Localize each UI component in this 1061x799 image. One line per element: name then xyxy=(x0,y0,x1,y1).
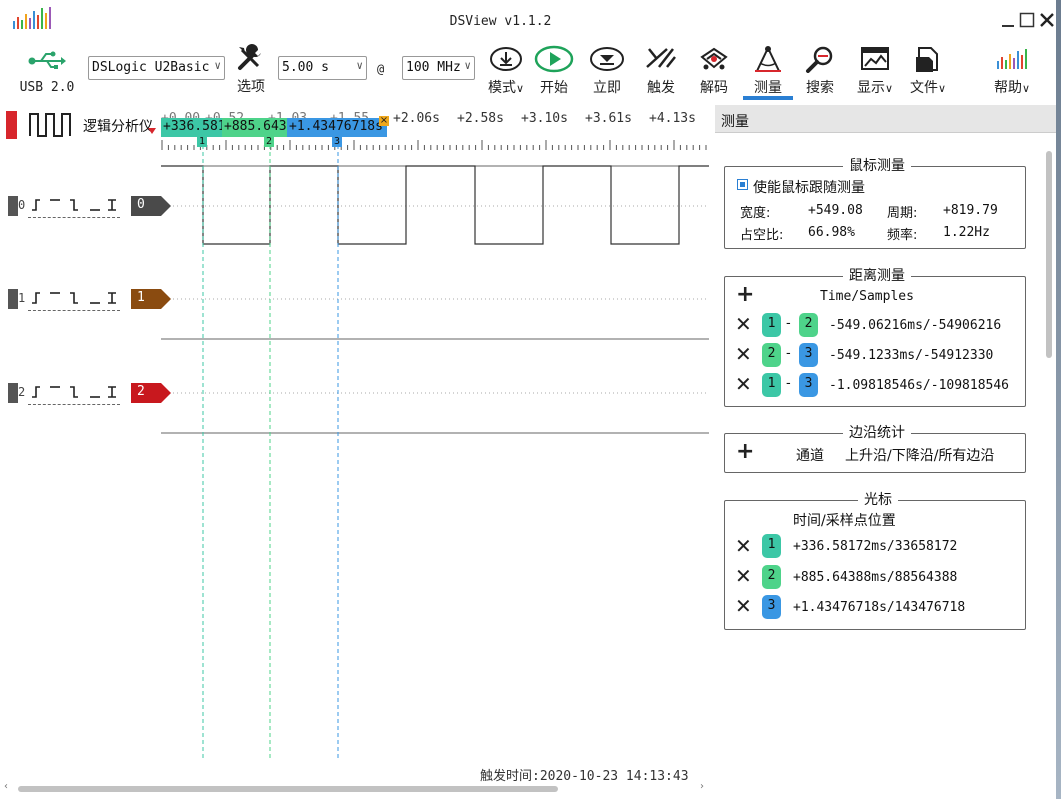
cursor-value: +336.58172ms/33658172 xyxy=(793,539,958,554)
scroll-right-icon[interactable]: › xyxy=(700,781,704,792)
waveform-scrollbar[interactable]: ‹ › xyxy=(0,781,715,795)
channel-2-tag[interactable]: 2 xyxy=(131,383,171,403)
width-label: 宽度: xyxy=(740,206,771,221)
trigger-time: 触发时间:2020-10-23 14:13:43 xyxy=(480,769,689,784)
compass-icon xyxy=(755,46,781,72)
channel-1-tag[interactable]: 1 xyxy=(131,289,171,309)
edge-type-label: 上升沿/下降沿/所有边沿 xyxy=(845,448,995,464)
search-icon xyxy=(806,46,833,73)
freq-label: 频率: xyxy=(887,228,918,243)
distance-value: -549.06216ms/-54906216 xyxy=(829,318,1002,333)
channel-1-trigger-selector[interactable] xyxy=(28,290,120,311)
cursor-badge[interactable]: 2 xyxy=(762,343,781,367)
cursor-badge[interactable]: 3 xyxy=(799,343,818,367)
cursor-badge[interactable]: 1 xyxy=(762,534,781,558)
distance-measure-title: 距离测量 xyxy=(843,265,911,285)
channel-2-trigger-selector[interactable] xyxy=(28,384,120,405)
search-button[interactable]: 搜索 xyxy=(797,45,843,97)
channel-0-tag[interactable]: 0 xyxy=(131,196,171,216)
cursor-3-id: 3 xyxy=(332,136,343,147)
chevron-down-icon: ∨ xyxy=(884,82,894,95)
duty-value: 66.98% xyxy=(808,225,855,240)
cursor-badge[interactable]: 3 xyxy=(762,595,781,619)
panel-title: 测量 xyxy=(715,105,1056,133)
distance-header: Time/Samples xyxy=(820,289,914,304)
help-button[interactable]: 帮助∨ xyxy=(988,45,1036,97)
dash: - xyxy=(786,346,791,361)
cursor-group-title: 光标 xyxy=(858,489,898,509)
cursor-value: +1.43476718s/143476718 xyxy=(793,600,966,615)
add-distance-icon[interactable]: + xyxy=(736,284,754,306)
remove-distance-icon[interactable]: ✕ xyxy=(735,374,752,394)
help-icon xyxy=(997,49,1027,69)
minimize-icon[interactable] xyxy=(1000,12,1016,28)
width-value: +549.08 xyxy=(808,203,862,218)
cursor-2-id: 2 xyxy=(264,136,275,147)
enable-mouse-measure-checkbox[interactable] xyxy=(737,179,748,190)
edge-stats-title: 边沿统计 xyxy=(843,422,911,442)
remove-cursor-icon[interactable]: ✕ xyxy=(735,596,752,616)
cursor-badge[interactable]: 1 xyxy=(762,373,781,397)
cursor-badge[interactable]: 1 xyxy=(762,313,781,337)
remove-cursor-icon[interactable]: ✕ xyxy=(735,566,752,586)
maximize-icon[interactable] xyxy=(1019,12,1035,28)
remove-distance-icon[interactable]: ✕ xyxy=(735,314,752,334)
measure-button[interactable]: 测量 xyxy=(745,45,791,97)
cursor-value: +885.64388ms/88564388 xyxy=(793,570,958,585)
trigger-type-icons xyxy=(32,292,116,304)
display-icon xyxy=(861,47,889,70)
edge-channel-label: 通道 xyxy=(796,448,824,464)
mouse-measure-title: 鼠标测量 xyxy=(843,155,911,175)
panel-scrollbar[interactable] xyxy=(1043,143,1055,783)
active-tab-indicator xyxy=(743,96,793,100)
panel-scrollbar-thumb[interactable] xyxy=(1046,151,1052,358)
file-button[interactable]: 文件∨ xyxy=(904,45,952,97)
trigger-type-icons xyxy=(32,199,116,211)
dsview-window: DSView v1.1.2 USB 2.0 DSLogic U2Basic∨ xyxy=(0,0,1061,799)
cursor-2-chip[interactable]: +885.643 xyxy=(222,118,288,137)
cursor-badge[interactable]: 2 xyxy=(799,313,818,337)
cursor-badge[interactable]: 3 xyxy=(799,373,818,397)
freq-value: 1.22Hz xyxy=(943,225,990,240)
period-value: +819.79 xyxy=(943,203,997,218)
cursor-close-icon[interactable]: × xyxy=(379,116,389,126)
display-button[interactable]: 显示∨ xyxy=(851,45,899,97)
desktop-edge xyxy=(1056,0,1061,799)
scroll-left-icon[interactable]: ‹ xyxy=(4,781,8,792)
distance-value: -1.09818546s/-109818546 xyxy=(829,378,1010,393)
cursor-header: 时间/采样点位置 xyxy=(793,513,896,529)
cursor-1-id: 1 xyxy=(197,136,208,147)
chevron-down-icon: ∨ xyxy=(1021,82,1031,95)
channel-0-trigger-selector[interactable] xyxy=(28,197,120,218)
close-icon[interactable] xyxy=(1039,12,1055,28)
file-icon xyxy=(916,47,938,72)
period-label: 周期: xyxy=(887,206,918,221)
channel-0-waveform xyxy=(161,165,709,245)
duty-label: 占空比: xyxy=(740,228,784,243)
dash: - xyxy=(786,376,791,391)
trigger-type-icons xyxy=(32,386,116,398)
cursor-3-chip[interactable]: +1.43476718s xyxy=(287,118,387,137)
distance-value: -549.1233ms/-54912330 xyxy=(829,348,994,363)
chevron-down-icon: ∨ xyxy=(937,82,947,95)
remove-cursor-icon[interactable]: ✕ xyxy=(735,536,752,556)
cursor-badge[interactable]: 2 xyxy=(762,565,781,589)
dash: - xyxy=(786,316,791,331)
waveform-scrollbar-thumb[interactable] xyxy=(18,786,558,792)
remove-distance-icon[interactable]: ✕ xyxy=(735,344,752,364)
ruler-minor-ticks xyxy=(161,140,707,150)
add-edge-stat-icon[interactable]: + xyxy=(736,441,754,463)
enable-mouse-measure-label: 使能鼠标跟随测量 xyxy=(753,180,865,196)
trigger-marker-icon xyxy=(148,128,156,134)
